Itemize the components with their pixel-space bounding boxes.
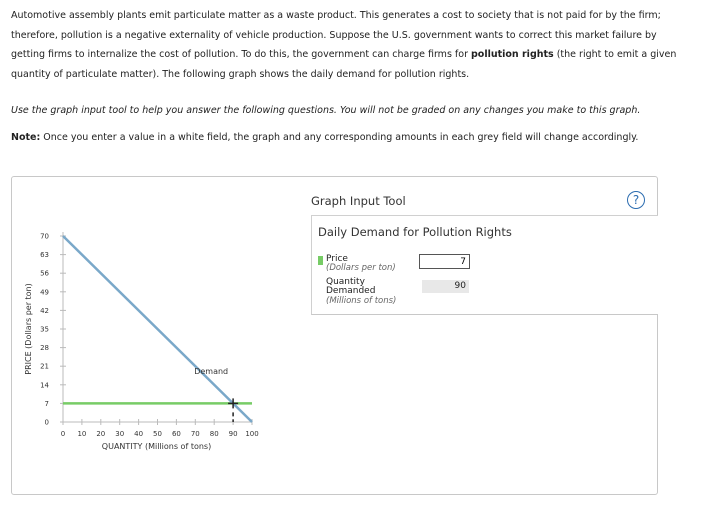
y-tick-label: 63 xyxy=(40,251,49,259)
quantity-unit: (Millions of tons) xyxy=(326,296,397,306)
quantity-demanded-field: 90 xyxy=(422,280,469,293)
x-tick-label: 60 xyxy=(172,430,181,438)
y-tick-label: 28 xyxy=(40,344,49,352)
y-tick-label: 49 xyxy=(40,288,49,296)
x-axis-label: QUANTITY (Millions of tons) xyxy=(102,442,211,451)
demand-curve-label: Demand xyxy=(194,367,228,376)
help-icon[interactable]: ? xyxy=(627,191,645,209)
y-tick-label: 56 xyxy=(40,270,49,278)
x-tick-label: 50 xyxy=(153,430,162,438)
price-unit: (Dollars per ton) xyxy=(326,263,396,273)
demand-curve xyxy=(62,235,253,423)
x-tick-label: 70 xyxy=(191,430,200,438)
y-tick-label: 14 xyxy=(40,381,49,389)
quantity-label: Quantity Demanded xyxy=(326,278,375,296)
price-input[interactable] xyxy=(419,254,470,269)
x-tick-label: 40 xyxy=(134,430,143,438)
price-swatch-icon xyxy=(318,256,323,265)
x-tick-label: 10 xyxy=(77,430,86,438)
y-tick-label: 21 xyxy=(40,363,49,371)
x-tick-label: 100 xyxy=(245,430,258,438)
x-tick-label: 20 xyxy=(96,430,105,438)
y-tick-label: 7 xyxy=(45,400,49,408)
y-tick-label: 42 xyxy=(40,307,49,315)
y-tick-label: 70 xyxy=(40,233,49,241)
x-tick-label: 90 xyxy=(229,430,238,438)
y-tick-label: 0 xyxy=(45,419,49,427)
quantity-label-line2: Demanded xyxy=(326,286,376,296)
y-axis-label: PRICE (Dollars per ton) xyxy=(24,283,33,375)
x-tick-label: 30 xyxy=(115,430,124,438)
y-tick-label: 35 xyxy=(40,326,49,334)
x-tick-label: 80 xyxy=(210,430,219,438)
graph-input-tool-title: Graph Input Tool xyxy=(311,194,406,208)
x-tick-label: 0 xyxy=(61,430,65,438)
panel-title: Daily Demand for Pollution Rights xyxy=(318,225,512,239)
